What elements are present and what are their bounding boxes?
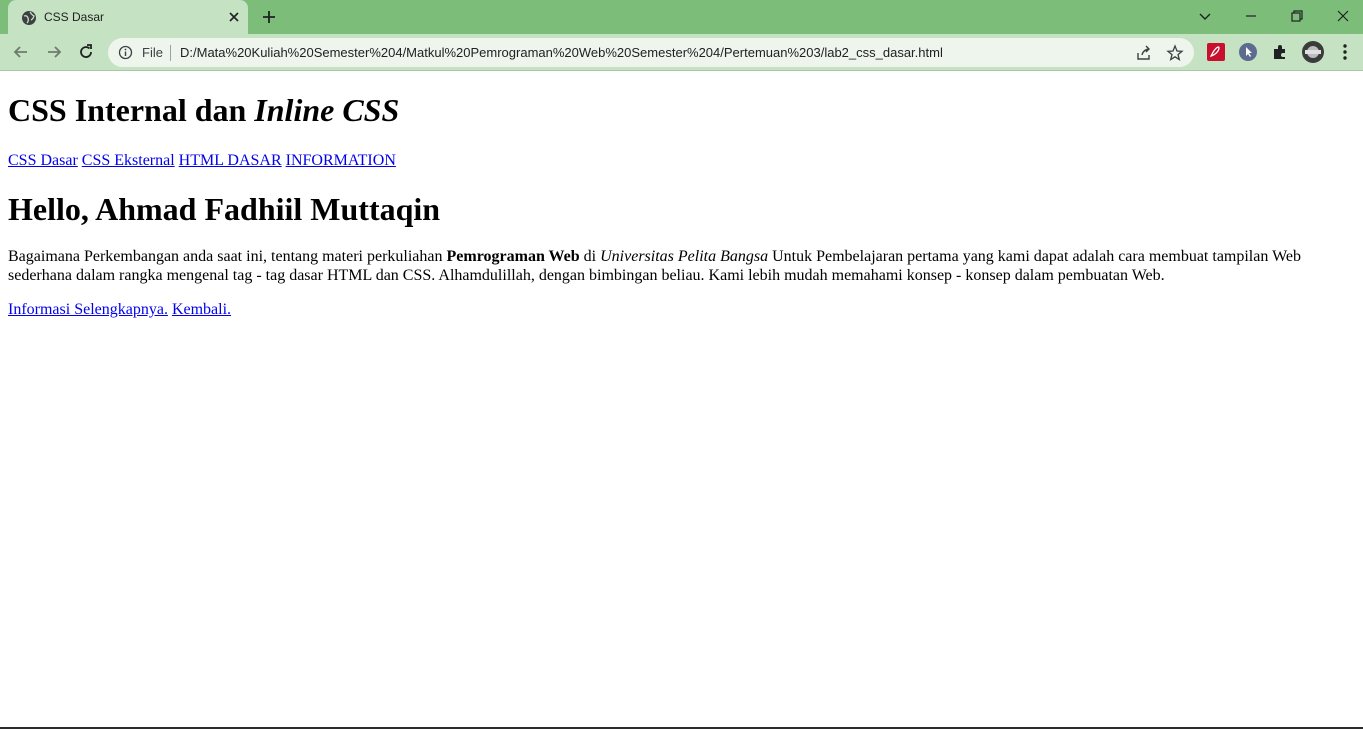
minimize-icon[interactable] — [1241, 6, 1261, 26]
title-bar: CSS Dasar — [0, 0, 1363, 34]
paragraph-bold: Pemrograman Web — [446, 248, 580, 265]
nav-link-css-eksternal[interactable]: CSS Eksternal — [82, 152, 175, 169]
intro-paragraph: Bagaimana Perkembangan anda saat ini, te… — [8, 247, 1338, 285]
paragraph-italic: Universitas Pelita Bangsa — [600, 248, 769, 265]
page-title-italic: Inline CSS — [254, 92, 400, 128]
puzzle-icon[interactable] — [1270, 42, 1290, 62]
footer-links: Informasi Selengkapnya. Kembali. — [8, 300, 1355, 319]
nav-link-css-dasar[interactable]: CSS Dasar — [8, 152, 78, 169]
page-title-text: CSS Internal dan — [8, 92, 255, 128]
close-icon[interactable] — [226, 9, 242, 25]
address-bar[interactable]: File D:/Mata%20Kuliah%20Semester%204/Mat… — [108, 38, 1194, 67]
reload-icon[interactable] — [76, 42, 96, 62]
scheme-label: File — [142, 45, 163, 60]
greeting-heading: Hello, Ahmad Fadhiil Muttaqin — [8, 191, 441, 227]
star-icon[interactable] — [1166, 44, 1184, 62]
url-text[interactable]: D:/Mata%20Kuliah%20Semester%204/Matkul%2… — [180, 45, 943, 60]
nav-links: CSS Dasar CSS Eksternal HTML DASAR INFOR… — [8, 151, 1355, 170]
arrow-right-icon[interactable] — [44, 42, 64, 62]
browser-toolbar: File D:/Mata%20Kuliah%20Semester%204/Mat… — [0, 34, 1363, 71]
paragraph-text-2: di — [579, 248, 601, 265]
page-content: CSS Internal dan Inline CSS CSS Dasar CS… — [0, 72, 1363, 728]
browser-tab[interactable]: CSS Dasar — [8, 0, 248, 34]
plus-icon[interactable] — [260, 8, 278, 26]
nav-link-information[interactable]: INFORMATION — [286, 152, 396, 169]
avatar[interactable] — [1301, 40, 1325, 64]
kebab-menu-icon[interactable] — [1335, 42, 1355, 62]
chevron-down-icon[interactable] — [1195, 6, 1215, 26]
cursor-extension-icon[interactable] — [1238, 42, 1258, 62]
omnibox-divider — [170, 45, 171, 61]
pdf-extension-icon[interactable] — [1206, 42, 1226, 62]
window-close-icon[interactable] — [1333, 6, 1353, 26]
tab-title: CSS Dasar — [44, 10, 105, 24]
info-icon[interactable] — [118, 45, 133, 60]
arrow-left-icon[interactable] — [11, 42, 31, 62]
more-info-link[interactable]: Informasi Selengkapnya. — [8, 301, 168, 318]
globe-icon — [22, 11, 36, 25]
nav-link-html-dasar[interactable]: HTML DASAR — [179, 152, 282, 169]
share-icon[interactable] — [1135, 44, 1153, 62]
back-link[interactable]: Kembali. — [172, 301, 231, 318]
restore-icon[interactable] — [1287, 6, 1307, 26]
paragraph-text-1: Bagaimana Perkembangan anda saat ini, te… — [8, 248, 447, 265]
page-title: CSS Internal dan Inline CSS — [8, 92, 1355, 129]
